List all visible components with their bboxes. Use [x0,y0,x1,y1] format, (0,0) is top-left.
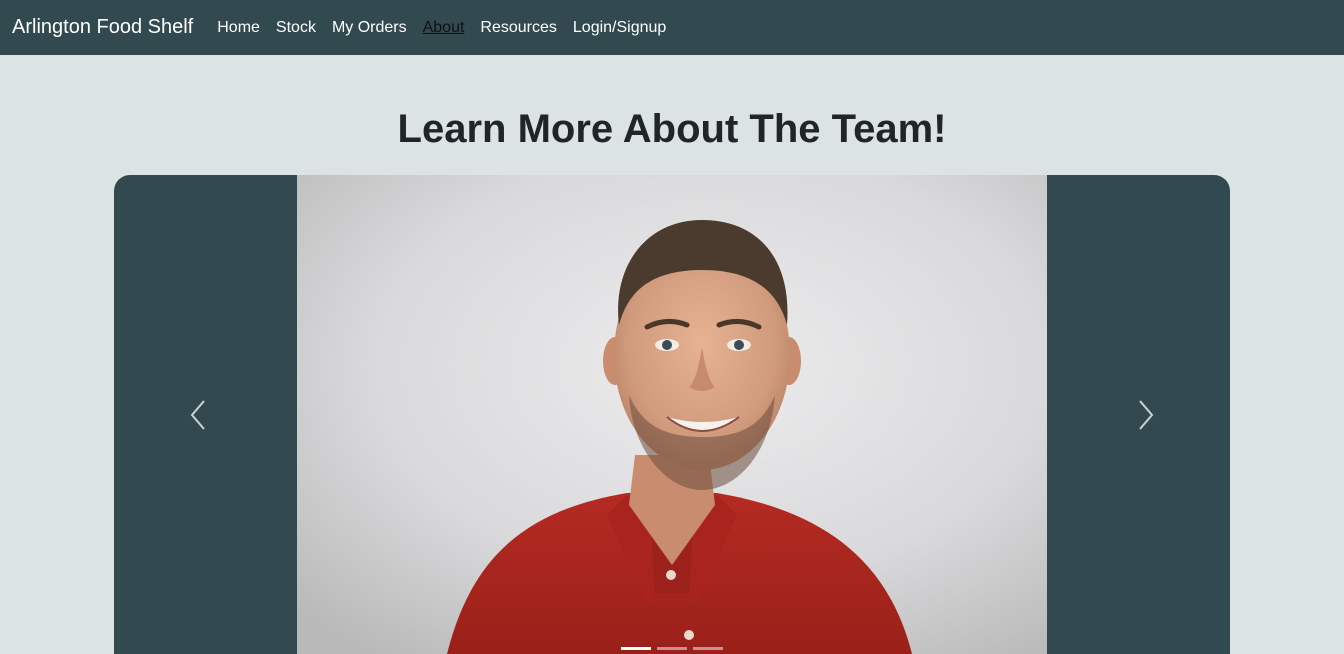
carousel-indicator-2[interactable] [657,647,687,650]
team-carousel [114,175,1230,654]
chevron-left-icon [190,399,205,430]
carousel-indicator-1[interactable] [621,647,651,650]
nav-link-stock[interactable]: Stock [268,19,324,37]
portrait-image [297,175,1047,654]
nav-links: Home Stock My Orders About Resources Log… [209,19,674,37]
nav-link-home[interactable]: Home [209,19,268,37]
page-title: Learn More About The Team! [397,107,947,151]
nav-link-my-orders[interactable]: My Orders [324,19,415,37]
nav-link-resources[interactable]: Resources [472,19,564,37]
chevron-right-icon [1139,399,1154,430]
top-navbar: Arlington Food Shelf Home Stock My Order… [0,0,1344,55]
carousel-indicator-3[interactable] [693,647,723,650]
team-member-photo [297,175,1047,654]
nav-link-about[interactable]: About [415,19,473,37]
carousel-indicators [114,647,1230,650]
carousel-next-button[interactable] [1076,175,1216,654]
nav-link-login-signup[interactable]: Login/Signup [565,19,674,37]
brand-link[interactable]: Arlington Food Shelf [12,16,193,39]
carousel-prev-button[interactable] [128,175,268,654]
